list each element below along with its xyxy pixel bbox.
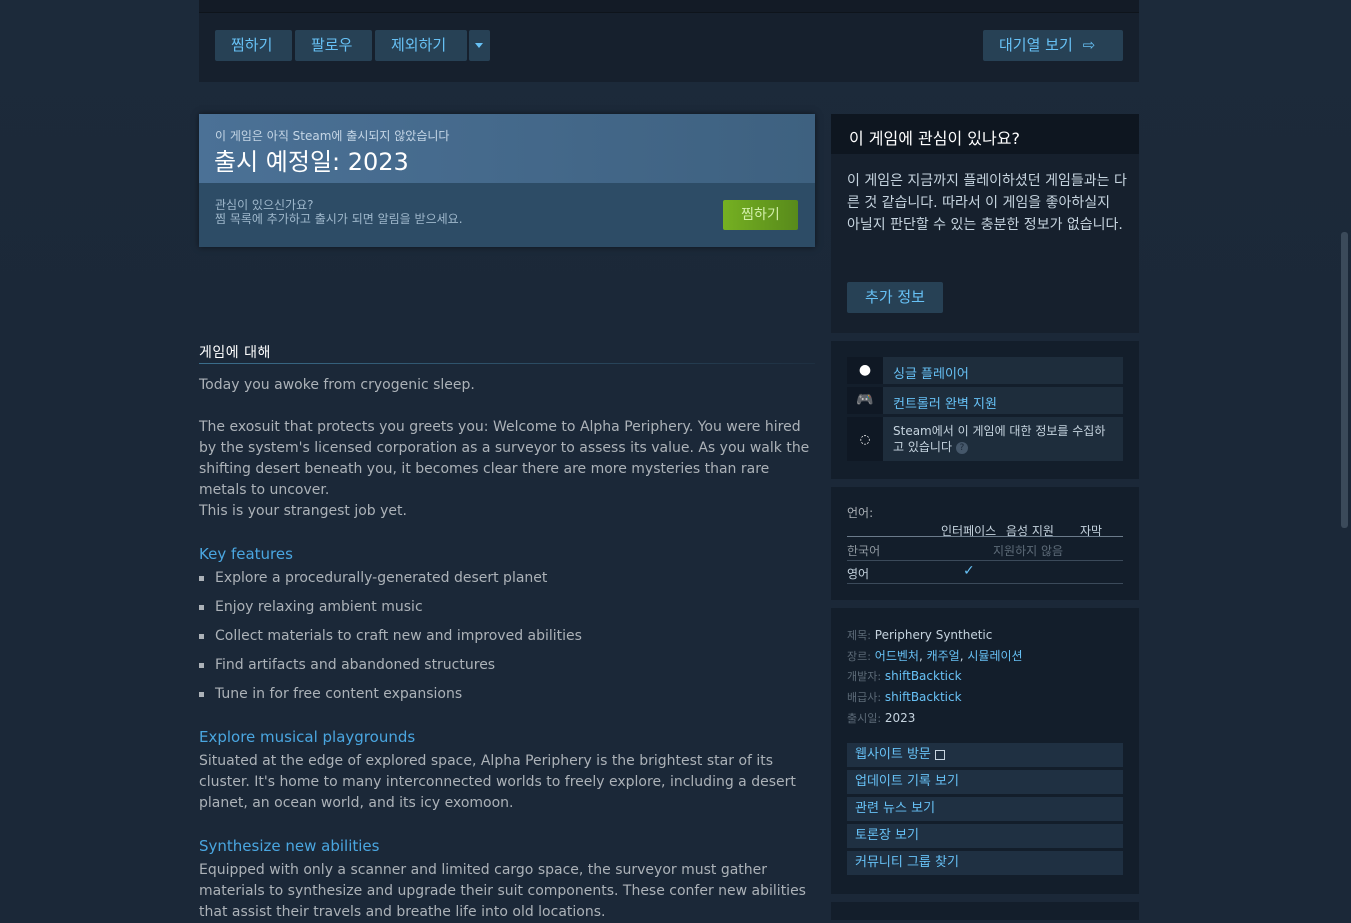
release-date: 출시 예정일: 2023 bbox=[214, 148, 409, 176]
feature-collecting-info: ◌ Steam에서 이 게임에 대한 정보를 수집하고 있습니다 ? bbox=[847, 417, 1123, 461]
synthesize-abilities-heading: Synthesize new abilities bbox=[199, 837, 380, 855]
update-history-button[interactable]: 업데이트 기록 보기 bbox=[847, 770, 1123, 794]
about-paragraph-2: The exosuit that protects you greets you… bbox=[199, 419, 810, 498]
ignore-button[interactable]: 제외하기 bbox=[375, 30, 467, 61]
list-item: Find artifacts and abandoned structures bbox=[199, 657, 799, 686]
language-name: 한국어 bbox=[847, 544, 881, 558]
visit-website-button[interactable]: 웹사이트 방문 bbox=[847, 743, 1123, 767]
follow-button[interactable]: 팔로우 bbox=[295, 30, 372, 61]
details-panel: 제목: Periphery Synthetic 장르: 어드벤처, 캐주얼, 시… bbox=[831, 608, 1139, 894]
developer-link[interactable]: shiftBacktick bbox=[885, 669, 962, 683]
key-features-heading: Key features bbox=[199, 545, 293, 563]
bullet-icon bbox=[199, 663, 204, 668]
related-news-button[interactable]: 관련 뉴스 보기 bbox=[847, 797, 1123, 821]
interest-panel-title: 이 게임에 관심이 있나요? bbox=[849, 129, 1020, 148]
publisher-link[interactable]: shiftBacktick bbox=[885, 690, 962, 704]
discussions-button[interactable]: 토론장 보기 bbox=[847, 824, 1123, 848]
about-divider bbox=[199, 363, 815, 364]
user-icon: ● bbox=[847, 357, 883, 384]
detail-release-date: 출시일: 2023 bbox=[847, 710, 915, 726]
interest-line-1: 관심이 있으신가요? bbox=[215, 198, 314, 212]
checkmark-icon: ✓ bbox=[963, 563, 975, 579]
feature-controller[interactable]: 🎮 컨트롤러 완벽 지원 bbox=[847, 387, 1123, 414]
genre-separator: , bbox=[918, 649, 927, 663]
languages-panel: 언어: 인터페이스 음성 지원 자막 한국어 지원하지 않음 영어 ✓ bbox=[831, 487, 1139, 600]
detail-title: 제목: Periphery Synthetic bbox=[847, 627, 992, 643]
coming-soon-box: 이 게임은 아직 Steam에 출시되지 않았습니다 출시 예정일: 2023 … bbox=[199, 114, 815, 247]
detail-genre: 장르: 어드벤처, 캐주얼, 시뮬레이션 bbox=[847, 647, 1023, 664]
wishlist-button[interactable]: 찜하기 bbox=[215, 30, 292, 61]
help-icon[interactable]: ? bbox=[955, 441, 968, 454]
link-label: 웹사이트 방문 bbox=[855, 747, 931, 762]
detail-key: 출시일: bbox=[847, 712, 882, 725]
detail-key: 개발자: bbox=[847, 670, 882, 683]
interest-panel-text: 이 게임은 지금까지 플레이하셨던 게임들과는 다른 것 같습니다. 따라서 이… bbox=[847, 173, 1127, 233]
genre-link[interactable]: 어드벤처 bbox=[875, 649, 919, 663]
feature-label: Steam에서 이 게임에 대한 정보를 수집하고 있습니다 ? bbox=[893, 423, 1115, 455]
detail-value: 2023 bbox=[884, 711, 916, 725]
interest-text: 관심이 있으신가요? 찜 목록에 추가하고 출시가 되면 알림을 받으세요. bbox=[215, 198, 463, 226]
arrow-right-icon: ⇨ bbox=[1082, 36, 1096, 54]
features-list: Explore a procedurally-generated desert … bbox=[199, 570, 799, 715]
feature-label: 컨트롤러 완벽 지원 bbox=[893, 397, 997, 412]
bullet-icon bbox=[199, 605, 204, 610]
detail-key: 장르: bbox=[847, 650, 871, 663]
about-paragraph-4: Situated at the edge of explored space, … bbox=[199, 753, 796, 811]
collecting-text: Steam에서 이 게임에 대한 정보를 수집하고 있습니다 bbox=[893, 424, 1106, 454]
community-groups-button[interactable]: 커뮤니티 그룹 찾기 bbox=[847, 851, 1123, 875]
top-strip bbox=[199, 0, 1139, 12]
list-item: Tune in for free content expansions bbox=[199, 686, 799, 715]
add-to-wishlist-button[interactable]: 찜하기 bbox=[723, 200, 798, 230]
detail-publisher: 배급사: shiftBacktick bbox=[847, 689, 962, 705]
feature-label: 싱글 플레이어 bbox=[893, 367, 969, 382]
interest-line-2: 찜 목록에 추가하고 출시가 되면 알림을 받으세요. bbox=[215, 212, 463, 226]
genre-link[interactable]: 캐주얼 bbox=[927, 649, 960, 663]
genre-link[interactable]: 시뮬레이션 bbox=[967, 649, 1022, 663]
about-paragraph-5: Equipped with only a scanner and limited… bbox=[199, 862, 806, 920]
list-item: Enjoy relaxing ambient music bbox=[199, 599, 799, 628]
language-name: 영어 bbox=[847, 567, 870, 581]
musical-playgrounds-heading: Explore musical playgrounds bbox=[199, 728, 416, 746]
feature-text: Enjoy relaxing ambient music bbox=[215, 599, 423, 615]
bullet-icon bbox=[199, 634, 204, 639]
language-status: 지원하지 않음 bbox=[993, 544, 1064, 558]
feature-text: Collect materials to craft new and impro… bbox=[215, 628, 582, 644]
languages-header-rule bbox=[847, 536, 1123, 537]
list-item: Collect materials to craft new and impro… bbox=[199, 628, 799, 657]
detail-key: 배급사: bbox=[847, 691, 882, 704]
feature-text: Tune in for free content expansions bbox=[215, 686, 463, 702]
about-paragraph-1: Today you awoke from cryogenic sleep. bbox=[199, 377, 475, 393]
detail-value: Periphery Synthetic bbox=[874, 628, 993, 642]
about-title: 게임에 대해 bbox=[199, 345, 271, 361]
share-panel bbox=[831, 902, 1139, 920]
loading-icon: ◌ bbox=[847, 417, 883, 461]
detail-key: 제목: bbox=[847, 629, 871, 642]
about-paragraph-3: This is your strangest job yet. bbox=[199, 503, 407, 519]
ignore-dropdown-button[interactable] bbox=[469, 30, 490, 61]
languages-label: 언어: bbox=[847, 506, 874, 520]
page-scrollbar[interactable] bbox=[1341, 232, 1348, 528]
view-queue-button[interactable]: 대기열 보기 ⇨ bbox=[983, 30, 1123, 61]
dropdown-arrow-icon bbox=[475, 43, 483, 48]
game-features-panel: ● 싱글 플레이어 🎮 컨트롤러 완벽 지원 ◌ Steam에서 이 게임에 대… bbox=[831, 341, 1139, 479]
bullet-icon bbox=[199, 576, 204, 581]
table-row: 영어 ✓ bbox=[847, 561, 1123, 584]
external-link-icon bbox=[934, 749, 945, 760]
table-row: 한국어 지원하지 않음 bbox=[847, 538, 1123, 561]
feature-text: Explore a procedurally-generated desert … bbox=[215, 570, 548, 586]
feature-text: Find artifacts and abandoned structures bbox=[215, 657, 496, 673]
detail-developer: 개발자: shiftBacktick bbox=[847, 668, 962, 684]
gamepad-icon: 🎮 bbox=[847, 387, 883, 414]
list-item: Explore a procedurally-generated desert … bbox=[199, 570, 799, 599]
interest-panel-header: 이 게임에 관심이 있나요? bbox=[831, 114, 1139, 154]
bullet-icon bbox=[199, 692, 204, 697]
more-info-button[interactable]: 추가 정보 bbox=[847, 282, 943, 313]
feature-single-player[interactable]: ● 싱글 플레이어 bbox=[847, 357, 1123, 384]
interest-panel: 이 게임에 관심이 있나요? 이 게임은 지금까지 플레이하셨던 게임들과는 다… bbox=[831, 114, 1139, 333]
view-queue-label: 대기열 보기 bbox=[999, 36, 1073, 54]
